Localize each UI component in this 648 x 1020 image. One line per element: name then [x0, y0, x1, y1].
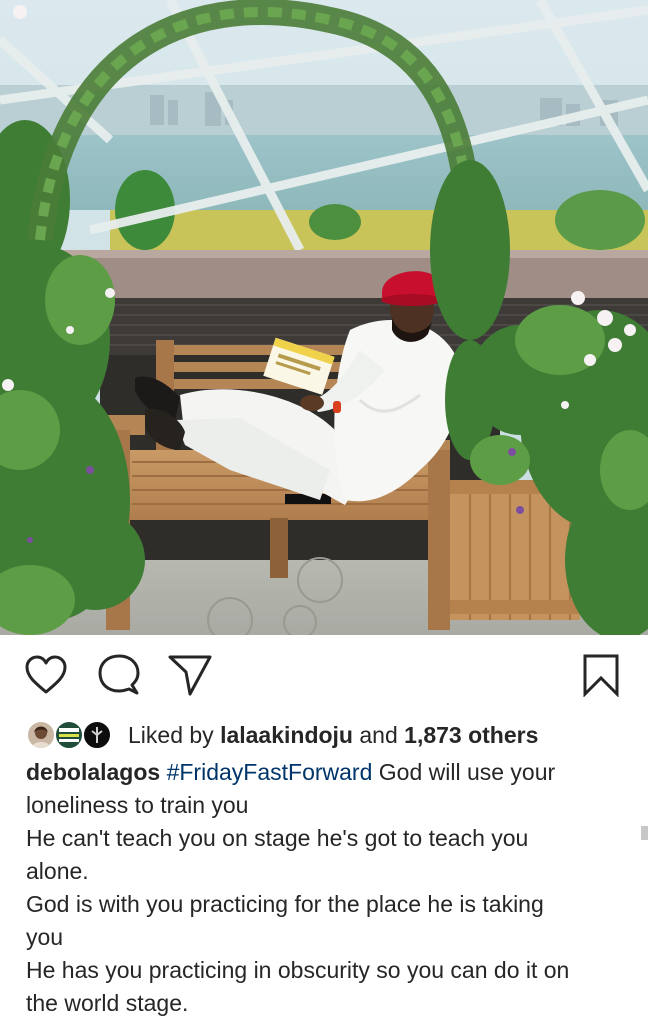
save-button[interactable] — [577, 653, 625, 701]
likes-and: and — [353, 721, 405, 748]
comment-bubble-icon — [98, 654, 140, 701]
like-button[interactable] — [22, 653, 70, 701]
likes-count-link[interactable]: 1,873 others — [404, 722, 538, 748]
scrollbar-thumb[interactable] — [641, 826, 648, 840]
caption-line: He has you practicing in obscurity so yo… — [26, 957, 570, 983]
liker-username-link[interactable]: lalaakindoju — [220, 722, 353, 748]
caption-line: God is with you practicing for the place… — [26, 891, 544, 917]
bookmark-outline-icon — [582, 653, 620, 702]
comment-button[interactable] — [95, 653, 143, 701]
likes-text: Liked by lalaakindoju and 1,873 others — [128, 722, 538, 749]
liker-avatars[interactable] — [26, 718, 126, 752]
avatar[interactable] — [82, 720, 112, 750]
caption-line: the world stage. — [26, 990, 189, 1016]
caption-line: loneliness to train you — [26, 792, 249, 818]
heart-outline-icon — [24, 655, 68, 700]
caption-username-link[interactable]: debolalagos — [26, 759, 160, 785]
avatar[interactable] — [54, 720, 84, 750]
likes-summary[interactable]: Liked by lalaakindoju and 1,873 others — [26, 718, 538, 752]
avatar[interactable] — [26, 720, 56, 750]
paper-plane-icon — [168, 654, 212, 701]
caption-line: He can't teach you on stage he's got to … — [26, 825, 529, 851]
share-button[interactable] — [166, 653, 214, 701]
caption-line: alone. — [26, 858, 89, 884]
post-image[interactable] — [0, 0, 648, 635]
post-caption: debolalagos #FridayFastForward God will … — [26, 756, 626, 1020]
caption-hashtag-link[interactable]: #FridayFastForward — [167, 759, 373, 785]
caption-line: you — [26, 924, 64, 950]
likes-prefix: Liked by — [128, 721, 221, 748]
caption-line: God will use your — [372, 759, 556, 785]
post-action-bar — [0, 635, 648, 715]
